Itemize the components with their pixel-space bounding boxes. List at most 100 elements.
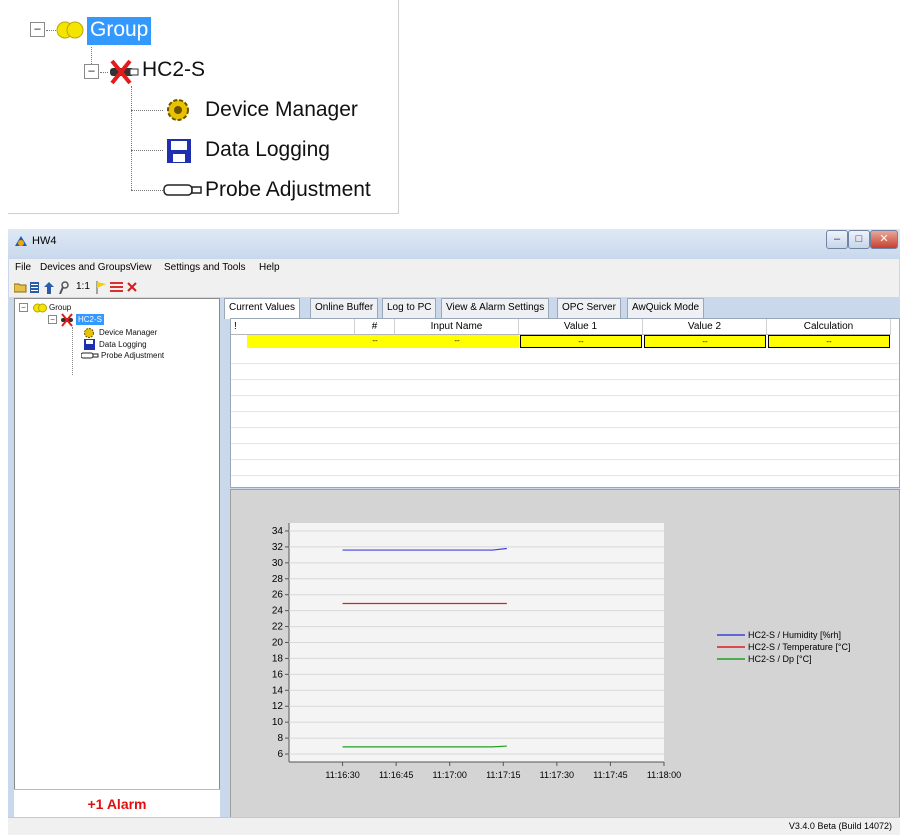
collapse-group-button[interactable]: − — [30, 22, 45, 37]
version-label: V3.4.0 Beta (Build 14072) — [788, 821, 892, 831]
sidebar-item-data-logging[interactable]: Data Logging — [99, 340, 147, 349]
tree-connector — [131, 86, 132, 190]
grid-line — [231, 363, 899, 364]
group-icon — [56, 21, 84, 39]
delete-icon[interactable] — [127, 282, 137, 292]
grid-line — [231, 443, 899, 444]
tree-item-data-logging[interactable]: Data Logging — [205, 138, 330, 162]
collapse-group-button[interactable]: − — [19, 303, 28, 312]
cell-value-1[interactable]: -- — [520, 335, 642, 348]
tree-connector — [91, 47, 92, 64]
y-tick-label: 30 — [272, 558, 284, 569]
group-icon — [33, 303, 47, 313]
alarm-list-icon[interactable] — [110, 282, 123, 293]
grid-line — [231, 427, 899, 428]
sidebar-group-label[interactable]: Group — [49, 303, 71, 312]
tab-opc-server[interactable]: OPC Server — [557, 298, 621, 318]
y-tick-label: 8 — [277, 733, 283, 744]
collapse-device-button[interactable]: − — [84, 64, 99, 79]
menu-devices-and-groups[interactable]: Devices and Groups — [40, 262, 131, 273]
app-icon — [15, 236, 27, 246]
sidebar-device-label[interactable]: HC2-S — [76, 314, 105, 325]
floppy-disk-icon — [167, 139, 191, 163]
grid-line — [231, 475, 899, 476]
x-tick-label: 11:17:45 — [593, 770, 627, 780]
collapse-device-button[interactable]: − — [48, 315, 57, 324]
y-tick-label: 32 — [272, 542, 284, 553]
cell-number[interactable]: -- — [355, 335, 395, 348]
tree-item-probe-adjustment[interactable]: Probe Adjustment — [205, 178, 371, 202]
close-button[interactable]: ✕ — [870, 230, 898, 249]
y-tick-label: 22 — [272, 622, 284, 633]
x-tick-label: 11:16:45 — [379, 770, 413, 780]
cell-calculation[interactable]: -- — [768, 335, 890, 348]
y-tick-label: 18 — [272, 653, 284, 664]
menu-view[interactable]: View — [130, 262, 152, 273]
cell-input-name[interactable]: -- — [395, 335, 519, 348]
column-header-input-name[interactable]: Input Name — [395, 319, 519, 335]
menu-file[interactable]: File — [15, 262, 31, 273]
flag-icon[interactable] — [95, 281, 107, 294]
current-values-table: ! # Input Name Value 1 Value 2 Calculati… — [230, 318, 900, 488]
minimize-button[interactable]: – — [826, 230, 848, 249]
probe-icon — [81, 352, 99, 359]
toolbar: 1:1 — [9, 279, 899, 297]
window-title: HW4 — [32, 235, 57, 247]
maximize-button[interactable]: □ — [848, 230, 870, 249]
title-bar[interactable]: HW4 – □ ✕ — [8, 229, 900, 259]
zoomed-tree-view: − Group − HC2-S Device Manager Data Logg… — [8, 0, 399, 214]
tab-awquick-mode[interactable]: AwQuick Mode — [627, 298, 705, 318]
sidebar-item-device-manager[interactable]: Device Manager — [99, 328, 157, 337]
tree-group-label[interactable]: Group — [87, 17, 152, 45]
cell-alarm[interactable] — [247, 335, 355, 348]
y-tick-label: 20 — [272, 638, 284, 649]
menu-help[interactable]: Help — [259, 262, 280, 273]
column-header-value-1[interactable]: Value 1 — [519, 319, 643, 335]
tree-item-device-manager[interactable]: Device Manager — [205, 98, 358, 122]
status-bar: V3.4.0 Beta (Build 14072) — [8, 817, 900, 835]
upload-icon[interactable] — [44, 282, 54, 294]
sidebar-item-probe-adjustment[interactable]: Probe Adjustment — [101, 351, 164, 360]
tab-online-buffer[interactable]: Online Buffer — [310, 298, 379, 318]
legend-label: HC2-S / Dp [°C] — [748, 654, 812, 664]
y-tick-label: 16 — [272, 669, 284, 680]
tab-current-values[interactable]: Current Values — [224, 298, 300, 319]
chart-pane: 6 8 10 12 14 16 18 20 22 24 26 28 30 32 34 11:16:30 11:1… — [230, 489, 900, 819]
tree-device-label[interactable]: HC2-S — [142, 58, 205, 82]
tree-connector — [131, 150, 163, 151]
grid-line — [231, 395, 899, 396]
x-tick-label: 11:17:00 — [433, 770, 467, 780]
gear-icon — [84, 328, 94, 338]
x-tick-label: 11:17:30 — [540, 770, 574, 780]
y-tick-label: 12 — [272, 701, 284, 712]
disconnected-probe-icon — [61, 313, 73, 327]
trend-chart[interactable]: 6 8 10 12 14 16 18 20 22 24 26 28 30 32 34 11:16:30 11:1… — [231, 490, 899, 818]
y-tick-label: 28 — [272, 574, 284, 585]
column-header-value-2[interactable]: Value 2 — [643, 319, 767, 335]
alarm-indicator[interactable]: +1 Alarm — [14, 789, 220, 818]
tab-view-alarm-settings[interactable]: View & Alarm Settings — [441, 298, 550, 318]
legend-label: HC2-S / Humidity [%rh] — [748, 630, 841, 640]
legend-label: HC2-S / Temperature [°C] — [748, 642, 850, 652]
open-folder-icon[interactable] — [14, 282, 27, 293]
floppy-disk-icon — [84, 339, 95, 350]
list-icon[interactable] — [30, 282, 40, 293]
grid-line — [231, 411, 899, 412]
cell-value-2[interactable]: -- — [644, 335, 766, 348]
grid-line — [231, 459, 899, 460]
column-header-calculation[interactable]: Calculation — [767, 319, 891, 335]
ratio-button[interactable]: 1:1 — [76, 281, 90, 292]
tree-connector — [72, 327, 73, 375]
column-header-alarm[interactable]: ! — [231, 319, 355, 335]
grid-line — [231, 379, 899, 380]
y-tick-label: 14 — [272, 685, 284, 696]
tab-log-to-pc[interactable]: Log to PC — [382, 298, 437, 318]
probe-tool-icon[interactable] — [59, 281, 71, 294]
y-tick-label: 24 — [272, 606, 284, 617]
x-tick-label: 11:17:15 — [486, 770, 520, 780]
menu-settings-and-tools[interactable]: Settings and Tools — [164, 262, 246, 273]
y-tick-label: 6 — [277, 749, 283, 760]
column-header-number[interactable]: # — [355, 319, 395, 335]
app-window: HW4 – □ ✕ File Devices and Groups View S… — [8, 229, 900, 835]
y-tick-label: 26 — [272, 590, 284, 601]
